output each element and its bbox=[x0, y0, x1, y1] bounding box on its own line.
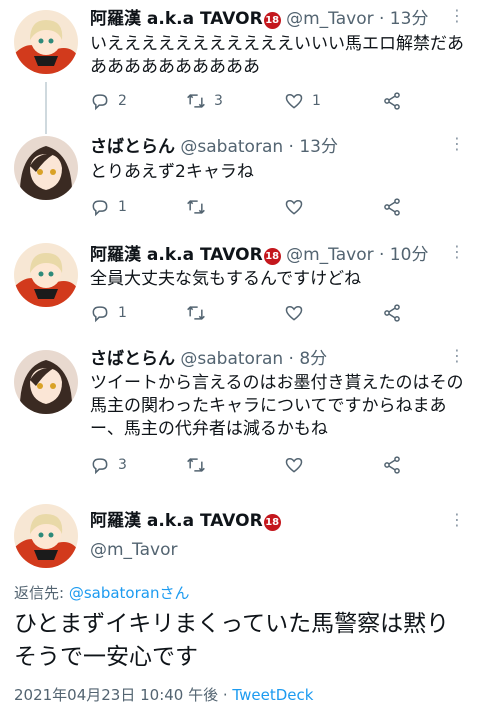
avatar-tavor[interactable] bbox=[14, 10, 78, 74]
timestamp[interactable]: · 8分 bbox=[289, 349, 328, 369]
avatar-sabatoran[interactable] bbox=[14, 350, 78, 414]
more-dots-icon[interactable]: ⋮ bbox=[449, 346, 465, 365]
more-dots-icon[interactable]: ⋮ bbox=[449, 242, 465, 261]
like-button[interactable] bbox=[284, 302, 304, 324]
more-dots-icon[interactable]: ⋮ bbox=[449, 134, 465, 153]
action-bar: 2 3 1 bbox=[90, 90, 410, 112]
avatar-tavor[interactable] bbox=[14, 243, 78, 307]
share-icon bbox=[384, 456, 400, 474]
retweet-button[interactable] bbox=[186, 302, 206, 324]
retweet-button[interactable] bbox=[186, 454, 206, 476]
heart-icon bbox=[285, 457, 303, 473]
tweet-text: ひとまずイキリまくっていた馬警察は黙りそうで一安心です bbox=[14, 611, 450, 670]
reply-target-link[interactable]: @sabatoranさん bbox=[69, 584, 190, 602]
share-icon bbox=[384, 92, 400, 110]
focus-handle-row: @m_Tavor bbox=[90, 539, 178, 561]
timestamp[interactable]: 2021年04月23日 10:40 午後 · bbox=[14, 686, 232, 704]
heart-icon bbox=[285, 305, 303, 321]
tweet[interactable]: 阿羅漢 a.k.a TAVOR 18 @m_Tavor · 13分 ⋮ いええええ… bbox=[0, 0, 480, 125]
reply-button[interactable]: 1 bbox=[90, 302, 127, 324]
tweet-header: さばとらん @sabatoran · 13分 bbox=[90, 136, 338, 158]
retweet-button[interactable] bbox=[186, 196, 206, 218]
reply-icon bbox=[92, 306, 108, 323]
retweet-icon bbox=[187, 94, 205, 108]
tweet-header: 阿羅漢 a.k.a TAVOR 18 @m_Tavor · 13分 bbox=[90, 8, 428, 30]
heart-icon bbox=[285, 93, 303, 109]
age-badge-icon: 18 bbox=[263, 248, 281, 265]
focus-header: 阿羅漢 a.k.a TAVOR 18 bbox=[90, 510, 281, 532]
more-dots-icon[interactable]: ⋮ bbox=[449, 6, 465, 25]
like-button[interactable] bbox=[284, 454, 304, 476]
source-link[interactable]: TweetDeck bbox=[232, 686, 313, 704]
handle[interactable]: @m_Tavor bbox=[90, 540, 178, 560]
tweet-header: さばとらん @sabatoran · 8分 bbox=[90, 348, 327, 370]
like-button[interactable] bbox=[284, 196, 304, 218]
reply-button[interactable]: 1 bbox=[90, 196, 127, 218]
retweet-icon bbox=[187, 458, 205, 472]
reply-prefix: 返信先: bbox=[14, 584, 69, 602]
share-button[interactable] bbox=[382, 454, 402, 476]
share-icon bbox=[384, 198, 400, 216]
more-dots-icon[interactable]: ⋮ bbox=[449, 510, 465, 529]
retweet-count: 3 bbox=[214, 93, 223, 109]
share-button[interactable] bbox=[382, 196, 402, 218]
reply-button[interactable]: 2 bbox=[90, 90, 127, 112]
handle[interactable]: @sabatoran bbox=[180, 349, 283, 369]
share-button[interactable] bbox=[382, 90, 402, 112]
reply-icon bbox=[92, 94, 108, 111]
avatar-tavor[interactable] bbox=[14, 504, 78, 568]
tweet[interactable]: さばとらん @sabatoran · 13分 ⋮ とりあえず2キャラね 1 bbox=[0, 128, 480, 233]
handle[interactable]: @m_Tavor bbox=[286, 9, 374, 29]
timestamp[interactable]: · 13分 bbox=[379, 9, 428, 29]
display-name[interactable]: さばとらん bbox=[90, 137, 175, 157]
display-name[interactable]: 阿羅漢 a.k.a TAVOR bbox=[90, 511, 263, 531]
reply-count: 2 bbox=[118, 93, 127, 109]
retweet-icon bbox=[187, 306, 205, 320]
reply-count: 3 bbox=[118, 457, 127, 473]
display-name[interactable]: 阿羅漢 a.k.a TAVOR bbox=[90, 245, 263, 265]
reply-context: 返信先: @sabatoranさん bbox=[14, 582, 189, 603]
action-bar: 1 bbox=[90, 196, 410, 218]
tweet-text: とりあえず2キャラね bbox=[90, 162, 254, 182]
tweet-text: いえええええええええええいいい馬エロ解禁だあああああああああああ bbox=[90, 34, 464, 77]
handle[interactable]: @m_Tavor bbox=[286, 245, 374, 265]
tweet[interactable]: さばとらん @sabatoran · 8分 ⋮ ツイートから言えるのはお墨付き貰… bbox=[0, 344, 480, 494]
timestamp[interactable]: · 10分 bbox=[379, 245, 428, 265]
like-button[interactable]: 1 bbox=[284, 90, 321, 112]
reply-button[interactable]: 3 bbox=[90, 454, 127, 476]
share-button[interactable] bbox=[382, 302, 402, 324]
display-name[interactable]: さばとらん bbox=[90, 349, 175, 369]
action-bar: 3 bbox=[90, 454, 410, 476]
age-badge-icon: 18 bbox=[263, 12, 281, 29]
retweet-icon bbox=[187, 200, 205, 214]
tweet-text: ツイートから言えるのはお墨付き貰えたのはその馬主の関わったキャラについてですから… bbox=[90, 373, 464, 439]
reply-icon bbox=[92, 200, 108, 217]
display-name[interactable]: 阿羅漢 a.k.a TAVOR bbox=[90, 9, 263, 29]
retweet-button[interactable]: 3 bbox=[186, 90, 223, 112]
reply-icon bbox=[92, 458, 108, 475]
handle[interactable]: @sabatoran bbox=[180, 137, 283, 157]
share-icon bbox=[384, 304, 400, 322]
like-count: 1 bbox=[312, 93, 321, 109]
age-badge-icon: 18 bbox=[263, 514, 281, 531]
reply-count: 1 bbox=[118, 305, 127, 321]
tweet[interactable]: 阿羅漢 a.k.a TAVOR 18 @m_Tavor · 10分 ⋮ 全員大丈夫… bbox=[0, 237, 480, 340]
timestamp[interactable]: · 13分 bbox=[289, 137, 338, 157]
reply-count: 1 bbox=[118, 199, 127, 215]
tweet-header: 阿羅漢 a.k.a TAVOR 18 @m_Tavor · 10分 bbox=[90, 244, 428, 266]
tweet-meta: 2021年04月23日 10:40 午後 · TweetDeck bbox=[14, 684, 313, 705]
heart-icon bbox=[285, 199, 303, 215]
avatar-sabatoran[interactable] bbox=[14, 136, 78, 200]
tweet-text: 全員大丈夫な気もするんですけどね bbox=[90, 269, 362, 289]
action-bar: 1 bbox=[90, 302, 410, 324]
focused-tweet: 阿羅漢 a.k.a TAVOR 18 @m_Tavor ⋮ 返信先: @sabat… bbox=[0, 500, 480, 715]
